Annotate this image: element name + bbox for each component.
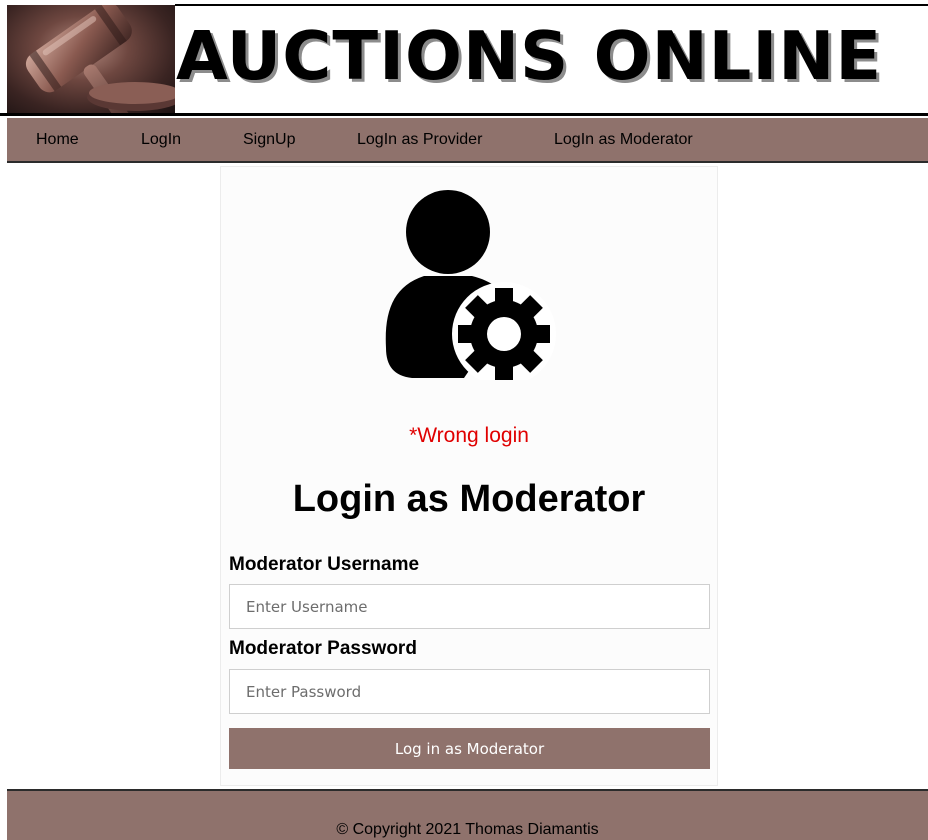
header-bottom-rule [0, 113, 928, 116]
password-label: Moderator Password [229, 638, 417, 659]
login-error-message: *Wrong login [409, 424, 529, 447]
site-title: AUCTIONS ONLINE [176, 17, 883, 95]
nav-item-login[interactable]: LogIn [141, 118, 181, 161]
site-footer: © Copyright 2021 Thomas Diamantis [7, 789, 928, 840]
gavel-icon [7, 5, 175, 113]
main-nav: Home LogIn SignUp LogIn as Provider LogI… [7, 118, 928, 163]
nav-item-home[interactable]: Home [36, 118, 79, 161]
login-submit-button[interactable]: Log in as Moderator [229, 728, 710, 769]
user-gear-icon [384, 190, 556, 386]
username-label: Moderator Username [229, 554, 420, 575]
nav-item-signup[interactable]: SignUp [243, 118, 295, 161]
username-input[interactable] [229, 584, 710, 629]
nav-item-login-moderator[interactable]: LogIn as Moderator [554, 118, 693, 161]
site-header: AUCTIONS ONLINE [0, 0, 928, 118]
password-input[interactable] [229, 669, 710, 714]
page-title: Login as Moderator [292, 478, 646, 520]
copyright-text: © Copyright 2021 Thomas Diamantis [336, 821, 599, 838]
nav-item-login-provider[interactable]: LogIn as Provider [357, 118, 482, 161]
